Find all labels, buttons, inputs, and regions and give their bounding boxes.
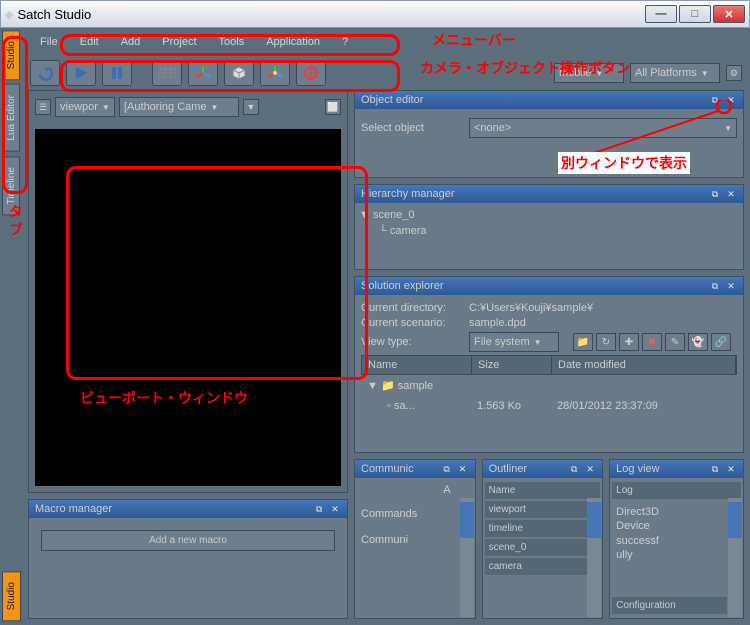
table-row[interactable]: ▫ sa... 1.563 Ko 28/01/2012 23:37:09 [361, 396, 737, 416]
viewtype-combo[interactable]: File system▼ [469, 332, 559, 352]
config-button[interactable]: Configuration [612, 597, 727, 614]
macro-title: Macro manager [35, 503, 112, 515]
scrollbar[interactable] [728, 498, 742, 617]
select-object-label: Select object [361, 122, 461, 134]
close-panel-icon[interactable]: ✕ [329, 503, 341, 515]
menu-project[interactable]: Project [152, 32, 206, 52]
table-row[interactable]: ▼ 📁 sample [361, 375, 737, 396]
undock-icon[interactable]: ⧉ [709, 280, 721, 292]
outliner-title: Outliner [489, 463, 528, 475]
menu-add[interactable]: Add [111, 32, 151, 52]
solution-title: Solution explorer [361, 280, 444, 292]
menu-application[interactable]: Application [256, 32, 330, 52]
comm-title: Communic [361, 463, 414, 475]
log-line: ully [616, 548, 737, 562]
comm-row: Commands [361, 508, 469, 520]
titlebar: ◆ Satch Studio — □ ✕ [0, 0, 750, 28]
close-panel-icon[interactable]: ✕ [725, 94, 737, 106]
dir-value: C:¥Users¥Kouji¥sample¥ [469, 302, 593, 314]
close-button[interactable]: ✕ [713, 5, 745, 23]
maximize-button[interactable]: □ [679, 5, 711, 23]
viewport-combo[interactable]: viewpor▼ [55, 97, 115, 117]
link-icon[interactable]: 🔗 [711, 333, 731, 351]
undock-icon[interactable]: ⧉ [709, 463, 721, 475]
undock-icon[interactable]: ⧉ [709, 94, 721, 106]
tab-timeline[interactable]: Timeline [2, 156, 20, 215]
select-object-combo[interactable]: <none>▼ [469, 118, 737, 138]
hierarchy-title: Hierarchy manager [361, 188, 455, 200]
grid-button[interactable] [152, 60, 182, 86]
tree-node[interactable]: ▼ scene_0 [359, 207, 739, 223]
menu-tools[interactable]: Tools [209, 32, 255, 52]
vp-max-icon[interactable]: ⬜ [325, 99, 341, 115]
close-panel-icon[interactable]: ✕ [725, 188, 737, 200]
tab-lua-editor[interactable]: Lua Editor [2, 84, 20, 152]
scenario-label: Current scenario: [361, 317, 461, 329]
close-panel-icon[interactable]: ✕ [457, 463, 469, 475]
vp-opt-icon[interactable]: ▼ [243, 99, 259, 115]
tab-studio[interactable]: Studio [2, 30, 20, 80]
tab-studio-bottom[interactable]: Studio [2, 571, 21, 621]
camera-combo[interactable]: [Authoring Came▼ [119, 97, 239, 117]
undo-button[interactable] [30, 60, 60, 86]
app-icon: ◆ [5, 8, 13, 21]
list-item[interactable]: timeline [485, 520, 601, 537]
axis-button[interactable] [188, 60, 218, 86]
undock-icon[interactable]: ⧉ [313, 503, 325, 515]
scrollbar[interactable] [587, 498, 601, 617]
viewtype-label: View type: [361, 336, 461, 348]
list-item[interactable]: scene_0 [485, 539, 601, 556]
log-title: Log view [616, 463, 659, 475]
viewport[interactable] [35, 129, 341, 486]
list-item[interactable]: viewport [485, 501, 601, 518]
play-button[interactable] [66, 60, 96, 86]
column-header: Log [612, 482, 741, 499]
pause-button[interactable] [102, 60, 132, 86]
scenario-value: sample.dpd [469, 317, 526, 329]
folder-icon[interactable]: 📁 [573, 333, 593, 351]
log-line: Direct3D [616, 505, 737, 519]
axis2-button[interactable] [260, 60, 290, 86]
close-panel-icon[interactable]: ✕ [725, 280, 737, 292]
dir-label: Current directory: [361, 302, 461, 314]
minimize-button[interactable]: — [645, 5, 677, 23]
file-table-header: Name Size Date modified [361, 355, 737, 375]
side-tabs: Studio Lua Editor Timeline Studio [0, 28, 22, 625]
comm-row: Communi [361, 534, 469, 546]
menu-file[interactable]: File [30, 32, 68, 52]
refresh-icon[interactable]: ↻ [596, 333, 616, 351]
window-title: Satch Studio [17, 7, 91, 22]
edit-icon[interactable]: ✎ [665, 333, 685, 351]
new-icon[interactable]: ✚ [619, 333, 639, 351]
close-panel-icon[interactable]: ✕ [725, 463, 737, 475]
list-item[interactable]: camera [485, 558, 601, 575]
target-button[interactable] [296, 60, 326, 86]
settings-icon[interactable]: ⚙ [726, 65, 742, 81]
comm-row: A [361, 484, 469, 496]
undock-icon[interactable]: ⧉ [709, 188, 721, 200]
undock-icon[interactable]: ⧉ [568, 463, 580, 475]
undock-icon[interactable]: ⧉ [441, 463, 453, 475]
view-icon[interactable]: ☰ [35, 99, 51, 115]
ghost-icon[interactable]: 👻 [688, 333, 708, 351]
toolbar: mobile▼ All Platforms▼ ⚙ [22, 56, 750, 90]
object-editor-title: Object editor [361, 94, 423, 106]
menu-help[interactable]: ? [332, 32, 358, 52]
cube-button[interactable] [224, 60, 254, 86]
log-line: Device [616, 519, 737, 533]
menu-edit[interactable]: Edit [70, 32, 109, 52]
mobile-combo[interactable]: mobile▼ [554, 63, 624, 83]
close-panel-icon[interactable]: ✕ [584, 463, 596, 475]
scrollbar[interactable] [460, 498, 474, 617]
column-header: Name [485, 482, 601, 499]
add-macro-button[interactable]: Add a new macro [41, 530, 335, 551]
delete-icon[interactable]: ✖ [642, 333, 662, 351]
platform-combo[interactable]: All Platforms▼ [630, 63, 720, 83]
tree-node[interactable]: └ camera [359, 223, 739, 239]
menubar: File Edit Add Project Tools Application … [22, 28, 750, 56]
log-line: successf [616, 534, 737, 548]
